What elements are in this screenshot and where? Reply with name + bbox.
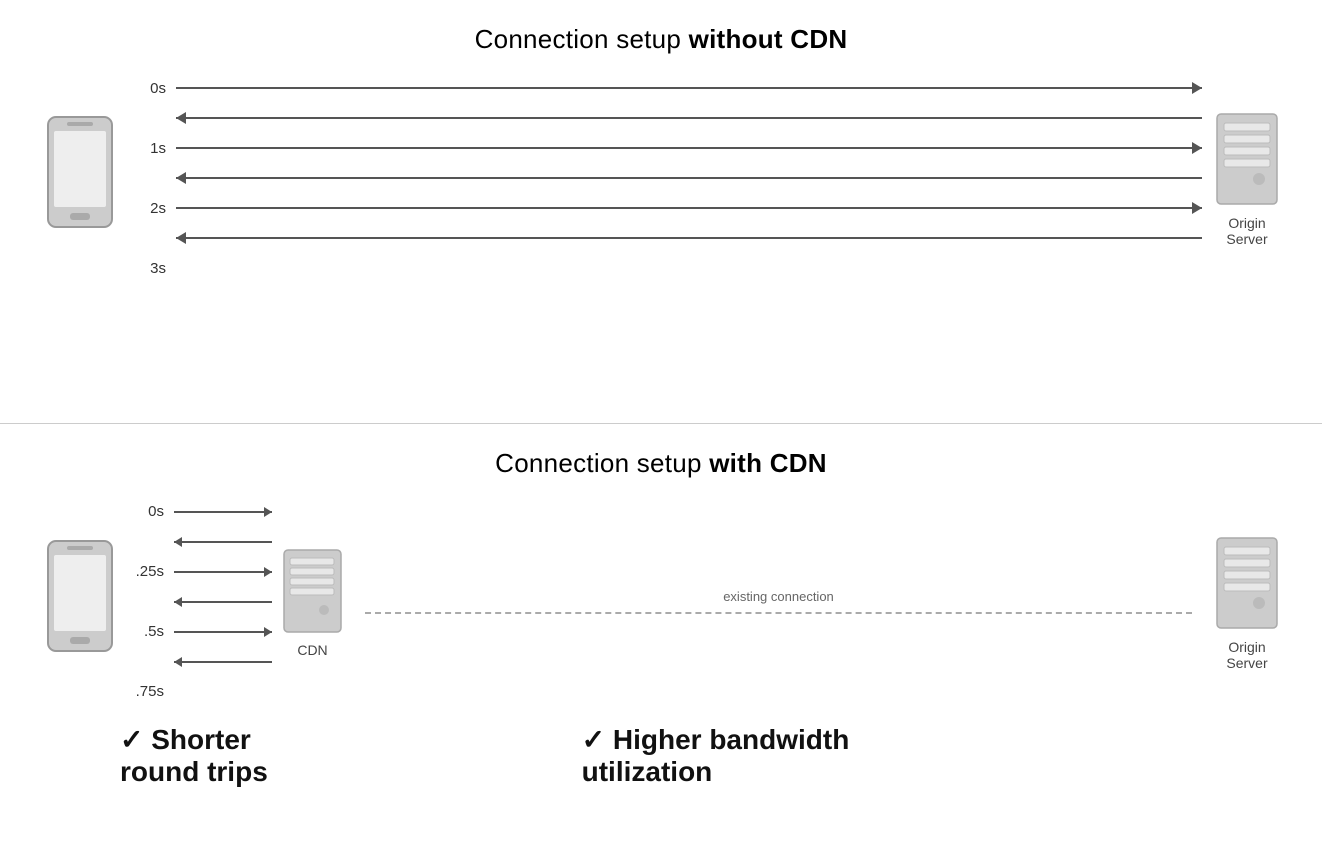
cdn-row-resp3 — [128, 647, 272, 677]
cdn-arrow-left-r3 — [174, 653, 272, 671]
callout-bandwidth-text: Higher bandwidthutilization — [582, 724, 850, 787]
arrow-placeholder-3s — [176, 259, 1202, 277]
callout-bandwidth: ✓ Higher bandwidthutilization — [562, 723, 1282, 788]
cdn-row-resp2 — [128, 587, 272, 617]
time-0s: 0s — [130, 80, 166, 97]
arrow-right-2s — [176, 199, 1202, 217]
timeline-row-0s: 0s — [130, 73, 1202, 103]
dotted-connection-line — [365, 612, 1192, 614]
cdn-arrows-and-server: 0s .25s — [120, 497, 345, 707]
time-1s: 1s — [130, 140, 166, 157]
cdn-time-75s: .75s — [128, 683, 164, 700]
timeline-row-3s: 3s — [130, 253, 1202, 283]
time-2s: 2s — [130, 200, 166, 217]
callout-shorter-text: Shorterround trips — [120, 724, 268, 787]
cdn-label: CDN — [297, 642, 327, 658]
arrow-left-resp3 — [176, 229, 1202, 247]
cdn-row-75s: .75s — [128, 677, 272, 707]
arrow-right-1s — [176, 139, 1202, 157]
timeline-row-1s: 1s — [130, 133, 1202, 163]
with-cdn-section: Connection setup with CDN 0s — [0, 424, 1322, 846]
cdn-server: CDN — [280, 546, 345, 658]
origin-server-label-bottom: Origin Server — [1226, 639, 1267, 671]
cdn-row-resp1 — [128, 527, 272, 557]
callouts-row: ✓ Shorterround trips ✓ Higher bandwidthu… — [40, 723, 1282, 788]
cdn-spacer-75s — [174, 683, 272, 701]
cdn-time-0s: 0s — [128, 503, 164, 520]
without-cdn-title: Connection setup without CDN — [475, 24, 848, 55]
origin-server-without-cdn: Origin Server — [1212, 109, 1282, 247]
cdn-arrow-right-5s — [174, 623, 272, 641]
cdn-short-timeline: 0s .25s — [120, 497, 280, 707]
with-cdn-title: Connection setup with CDN — [495, 448, 827, 479]
cdn-row-25s: .25s — [128, 557, 272, 587]
arrow-left-resp1 — [176, 109, 1202, 127]
cdn-time-5s: .5s — [128, 623, 164, 640]
without-cdn-diagram: 0s 1s — [40, 73, 1282, 283]
cdn-row-0s: 0s — [128, 497, 272, 527]
check-bandwidth: ✓ — [582, 724, 605, 755]
existing-connection-label: existing connection — [723, 589, 834, 604]
existing-connection-area: existing connection — [345, 527, 1212, 677]
cdn-arrow-left-r1 — [174, 533, 272, 551]
cdn-arrow-left-r2 — [174, 593, 272, 611]
callout-shorter: ✓ Shorterround trips — [40, 723, 562, 788]
origin-server-with-cdn: Origin Server — [1212, 533, 1282, 671]
timeline-row-2s: 2s — [130, 193, 1202, 223]
cdn-arrow-right-25s — [174, 563, 272, 581]
without-cdn-timeline: 0s 1s — [120, 73, 1212, 283]
timeline-row-response3 — [130, 223, 1202, 253]
time-3s: 3s — [130, 260, 166, 277]
phone-icon-cdn — [40, 537, 120, 667]
timeline-row-response2 — [130, 163, 1202, 193]
check-shorter: ✓ — [120, 724, 143, 755]
with-cdn-diagram: 0s .25s — [40, 497, 1282, 707]
phone-icon — [40, 113, 120, 243]
cdn-arrow-right-0s — [174, 503, 272, 521]
origin-server-label-top: Origin Server — [1226, 215, 1267, 247]
cdn-timeline-panel: 0s .25s — [120, 497, 345, 707]
arrow-right-0s — [176, 79, 1202, 97]
timeline-row-response1 — [130, 103, 1202, 133]
cdn-row-5s: .5s — [128, 617, 272, 647]
cdn-time-25s: .25s — [128, 563, 164, 580]
arrow-left-resp2 — [176, 169, 1202, 187]
without-cdn-section: Connection setup without CDN 0s — [0, 0, 1322, 424]
